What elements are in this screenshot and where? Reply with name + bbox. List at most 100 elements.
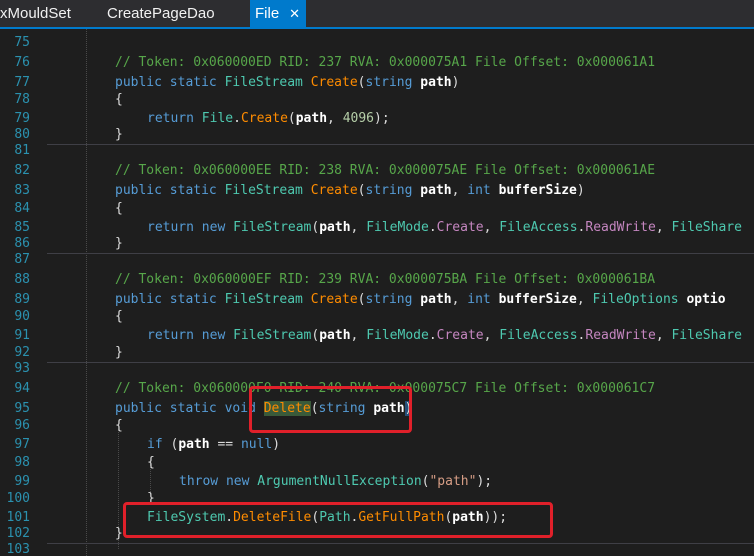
punctuation: . (233, 111, 241, 126)
enum-member: ReadWrite (585, 328, 656, 343)
type-name: FileStream (233, 220, 312, 235)
punctuation: . (428, 328, 437, 343)
code-line: // Token: 0x060000EE RID: 238 RVA: 0x000… (115, 163, 655, 178)
line-number: 81 (14, 143, 30, 158)
line-number: 77 (14, 75, 30, 90)
punctuation: ( (287, 111, 296, 126)
keyword: throw (179, 474, 219, 489)
type-name: FileStream (224, 183, 303, 198)
code-line: { (115, 418, 123, 433)
keyword: string (365, 292, 413, 307)
method-name: Create (310, 75, 358, 90)
keyword: return (147, 328, 194, 343)
punctuation: ( (357, 292, 366, 307)
line-number: 101 (6, 510, 30, 525)
type-name: FileShare (671, 220, 742, 235)
type-name: FileShare (671, 328, 742, 343)
line-number: 79 (14, 111, 30, 126)
parameter: bufferSize (498, 292, 577, 307)
type-name: FileMode (366, 220, 429, 235)
code-line: { (115, 92, 123, 107)
punctuation: , (576, 292, 593, 307)
method-name: Create (310, 292, 358, 307)
punctuation: { (115, 418, 123, 433)
punctuation (225, 220, 233, 235)
code-line: } (115, 345, 123, 360)
tab-file[interactable]: File ✕ (250, 0, 307, 27)
punctuation: { (115, 92, 123, 107)
comment: // Token: 0x060000EE RID: 238 RVA: 0x000… (115, 163, 656, 178)
code-line: { (147, 455, 155, 470)
parameter: path (295, 111, 328, 126)
line-number: 89 (14, 292, 30, 307)
line-number: 74 (0, 29, 30, 32)
punctuation: , (655, 220, 672, 235)
method-separator (47, 362, 754, 363)
keyword: string (365, 183, 413, 198)
line-number: 85 (14, 220, 30, 235)
keyword: int (467, 183, 491, 198)
punctuation: , (327, 111, 343, 126)
close-icon[interactable]: ✕ (289, 0, 300, 27)
comment: // Token: 0x060000EF RID: 239 RVA: 0x000… (115, 272, 656, 287)
punctuation: { (115, 201, 123, 216)
method-separator (47, 253, 754, 254)
keyword: public (115, 183, 162, 198)
code-line: public static FileStream Create(string p… (115, 292, 726, 307)
keyword: if (147, 437, 163, 452)
line-number: 87 (14, 252, 30, 267)
punctuation: , (350, 220, 367, 235)
punctuation: , (483, 220, 500, 235)
punctuation: { (147, 455, 155, 470)
keyword: return (147, 111, 194, 126)
line-number: 90 (14, 309, 30, 324)
line-number: 80 (14, 127, 30, 142)
parameter: path (420, 292, 452, 307)
line-number: 82 (14, 163, 30, 178)
tab-xmouldset[interactable]: xMouldSet (0, 0, 71, 27)
code-line: throw new ArgumentNullException("path"); (179, 474, 492, 489)
keyword: null (240, 437, 273, 452)
punctuation: } (115, 526, 123, 541)
keyword: static (169, 292, 217, 307)
code-line: { (115, 201, 123, 216)
tab-file-label: File (255, 5, 280, 22)
method-name: Create (240, 111, 288, 126)
keyword: public (115, 75, 162, 90)
punctuation: == (209, 437, 241, 452)
type-name: FileOptions (592, 292, 679, 307)
line-number: 95 (14, 401, 30, 416)
string-literal: "path" (429, 474, 477, 489)
code-line: return File.Create(path, 4096); (147, 111, 390, 126)
punctuation: , (451, 183, 468, 198)
parameter: path (319, 328, 351, 343)
parameter: path (420, 183, 452, 198)
parameter: path (319, 220, 351, 235)
line-number: 94 (14, 381, 30, 396)
code-line: } (115, 236, 123, 251)
line-number: 76 (14, 55, 30, 70)
type-name: FileStream (224, 75, 303, 90)
punctuation: ( (357, 183, 366, 198)
code-line: { (115, 309, 123, 324)
punctuation (491, 292, 499, 307)
punctuation: ( (357, 75, 366, 90)
line-number: 75 (14, 35, 30, 50)
parameter: path (420, 75, 452, 90)
punctuation: { (115, 309, 123, 324)
code-line: public static FileStream Create(string p… (115, 75, 459, 90)
keyword: int (467, 292, 491, 307)
punctuation: ( (162, 437, 179, 452)
enum-member: ReadWrite (585, 220, 656, 235)
line-number: 91 (14, 328, 30, 343)
punctuation: ); (374, 111, 390, 126)
line-number: 96 (14, 418, 30, 433)
method-name: Create (310, 183, 358, 198)
code-editor[interactable]: 74 75 76 77 78 79 80 81 82 83 84 85 86 8… (0, 29, 754, 556)
keyword: public (115, 292, 162, 307)
type-name: FileAccess (499, 328, 578, 343)
tab-createpagedao[interactable]: CreatePageDao (107, 0, 215, 27)
code-line: // Token: 0x060000ED RID: 237 RVA: 0x000… (115, 55, 655, 70)
line-number: 103 (6, 542, 30, 556)
punctuation: ) (576, 183, 585, 198)
